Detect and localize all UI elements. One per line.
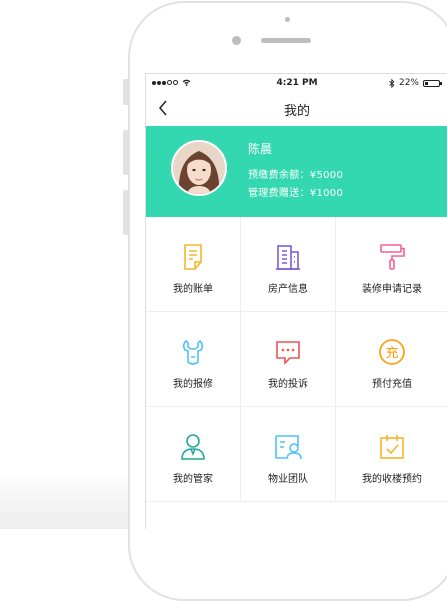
- menu-item-label: 我的账单: [173, 284, 213, 295]
- bill-icon: [184, 244, 202, 270]
- page-title: 我的: [283, 104, 310, 119]
- front-camera: [232, 36, 241, 45]
- butler-icon: [181, 434, 205, 460]
- building-icon: [276, 245, 300, 270]
- menu-item-label: 我的投诉: [268, 379, 308, 390]
- nav-bar: 我的: [146, 94, 447, 124]
- menu-row: 我的报修 我的投诉 充 预付充值: [146, 312, 447, 407]
- avatar-portrait-icon: [173, 142, 225, 194]
- battery-percent: 22%: [398, 78, 419, 88]
- app-screen: 4:21 PM 22% 我的 陈晨 预缴费余额：¥5000 管理费赠送：¥100…: [145, 73, 447, 529]
- prepaid-balance: 预缴费余额：¥5000: [248, 170, 344, 181]
- menu-item-recharge[interactable]: 充 预付充值: [336, 312, 447, 406]
- wrench-icon: [182, 339, 204, 365]
- bluetooth-icon: [389, 78, 395, 88]
- chat-bubble-icon: [276, 341, 300, 365]
- recharge-icon: 充: [379, 339, 405, 365]
- menu-item-property-team[interactable]: 物业团队: [241, 407, 336, 501]
- menu-item-label: 我的收楼预约: [362, 474, 422, 485]
- menu-item-property[interactable]: 房产信息: [241, 217, 336, 311]
- menu-item-handover-appointment[interactable]: 我的收楼预约: [336, 407, 447, 501]
- management-gift: 管理费赠送：¥1000: [248, 188, 344, 199]
- menu-item-butler[interactable]: 我的管家: [146, 407, 241, 501]
- menu-item-bill[interactable]: 我的账单: [146, 217, 241, 311]
- team-icon: [275, 435, 302, 460]
- battery-icon: [423, 79, 442, 87]
- paint-roller-icon: [380, 244, 405, 270]
- menu-item-label: 装修申请记录: [362, 284, 422, 295]
- menu-item-label: 我的报修: [173, 379, 213, 390]
- proximity-sensor: [285, 17, 290, 22]
- status-bar: 4:21 PM 22%: [146, 74, 447, 94]
- menu-row: 我的管家 物业团队 我的收楼预约: [146, 407, 447, 502]
- calendar-check-icon: [380, 435, 404, 459]
- menu-item-complaints[interactable]: 我的投诉: [241, 312, 336, 406]
- avatar[interactable]: [171, 140, 227, 196]
- svg-text:充: 充: [385, 345, 398, 361]
- menu-item-label: 物业团队: [268, 474, 308, 485]
- menu-item-label: 预付充值: [372, 379, 412, 390]
- menu-item-label: 我的管家: [173, 474, 213, 485]
- menu-item-repairs[interactable]: 我的报修: [146, 312, 241, 406]
- earpiece-speaker: [261, 38, 311, 43]
- menu-item-renovation-records[interactable]: 装修申请记录: [336, 217, 447, 311]
- profile-name: 陈晨: [248, 142, 273, 156]
- profile-card[interactable]: 陈晨 预缴费余额：¥5000 管理费赠送：¥1000: [146, 126, 447, 217]
- menu-grid: 我的账单 房产信息 装修申请记录 我的报修 我的投诉 充 预付充值 我的管家 物…: [146, 217, 447, 502]
- menu-item-label: 房产信息: [268, 284, 308, 295]
- menu-row: 我的账单 房产信息 装修申请记录: [146, 217, 447, 312]
